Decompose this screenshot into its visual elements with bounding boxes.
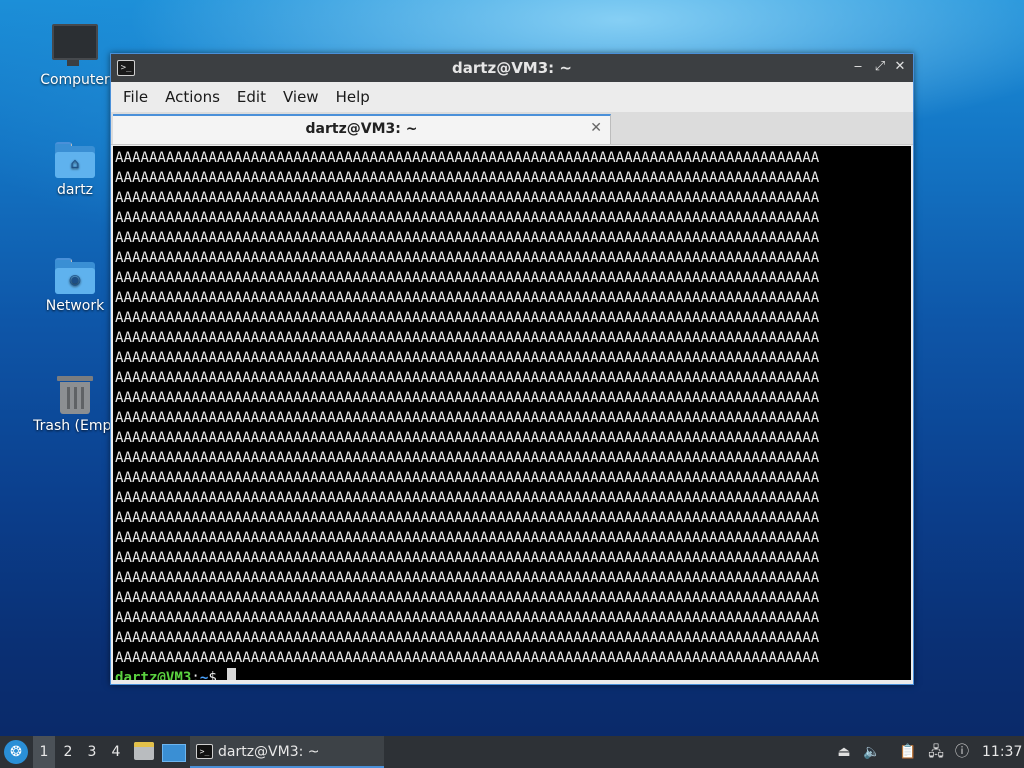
prompt-symbol: $ [208,670,226,680]
workspace-4[interactable]: 4 [105,736,127,768]
menu-actions[interactable]: Actions [159,88,231,106]
volume-icon[interactable]: 🔈 [862,736,882,768]
terminal-line: AAAAAAAAAAAAAAAAAAAAAAAAAAAAAAAAAAAAAAAA… [115,430,820,446]
task-label: dartz@VM3: ~ [218,744,320,760]
terminal-line: AAAAAAAAAAAAAAAAAAAAAAAAAAAAAAAAAAAAAAAA… [115,330,820,346]
taskbar: ❂ 1 2 3 4 >_ dartz@VM3: ~ ⏏ 🔈 📋 🖧 ⓘ 11:3… [0,736,1024,768]
removable-media-icon[interactable]: ⏏ [834,736,854,768]
terminal-lines: AAAAAAAAAAAAAAAAAAAAAAAAAAAAAAAAAAAAAAAA… [115,148,911,668]
workspace-1[interactable]: 1 [33,736,55,768]
minimize-button[interactable]: ‒ [849,58,867,76]
terminal-line: AAAAAAAAAAAAAAAAAAAAAAAAAAAAAAAAAAAAAAAA… [115,490,820,506]
desktop-icon-label: dartz [56,182,94,198]
workspace-2[interactable]: 2 [57,736,79,768]
terminal-line: AAAAAAAAAAAAAAAAAAAAAAAAAAAAAAAAAAAAAAAA… [115,390,820,406]
tab-close-icon[interactable]: ✕ [590,120,602,136]
terminal-line: AAAAAAAAAAAAAAAAAAAAAAAAAAAAAAAAAAAAAAAA… [115,150,820,166]
trash-icon [57,374,93,414]
text-cursor [227,668,237,680]
terminal-line: AAAAAAAAAAAAAAAAAAAAAAAAAAAAAAAAAAAAAAAA… [115,190,820,206]
terminal-line: AAAAAAAAAAAAAAAAAAAAAAAAAAAAAAAAAAAAAAAA… [115,310,820,326]
terminal-prompt-line: dartz@VM3:~$ [115,668,911,680]
terminal-line: AAAAAAAAAAAAAAAAAAAAAAAAAAAAAAAAAAAAAAAA… [115,650,820,666]
terminal-line: AAAAAAAAAAAAAAAAAAAAAAAAAAAAAAAAAAAAAAAA… [115,570,820,586]
menu-bar: File Actions Edit View Help [111,82,913,112]
terminal-icon: >_ [196,744,213,759]
desktop-icon-trash[interactable]: Trash (Empt [27,374,123,434]
desktop-icon-label: Network [45,298,105,314]
terminal-line: AAAAAAAAAAAAAAAAAAAAAAAAAAAAAAAAAAAAAAAA… [115,510,820,526]
maximize-button[interactable]: ⤢ [871,58,889,76]
terminal-line: AAAAAAAAAAAAAAAAAAAAAAAAAAAAAAAAAAAAAAAA… [115,230,820,246]
network-folder-icon: ◉ [55,258,95,294]
terminal-line: AAAAAAAAAAAAAAAAAAAAAAAAAAAAAAAAAAAAAAAA… [115,410,820,426]
desktop-icon-computer[interactable]: Computer [27,24,123,88]
tab-label: dartz@VM3: ~ [305,121,418,137]
menu-edit[interactable]: Edit [231,88,277,106]
terminal-line: AAAAAAAAAAAAAAAAAAAAAAAAAAAAAAAAAAAAAAAA… [115,610,820,626]
tab-terminal[interactable]: dartz@VM3: ~ ✕ [113,114,611,144]
workspace-3[interactable]: 3 [81,736,103,768]
desktop-icon-label: Trash (Empt [33,418,117,434]
window-title: dartz@VM3: ~ [452,59,572,77]
file-manager-icon[interactable] [134,742,154,760]
clock[interactable]: 11:37 [982,736,1022,768]
prompt-separator: : [191,670,200,680]
clipboard-icon[interactable]: 📋 [898,736,918,768]
menu-file[interactable]: File [117,88,159,106]
terminal-line: AAAAAAAAAAAAAAAAAAAAAAAAAAAAAAAAAAAAAAAA… [115,210,820,226]
title-bar[interactable]: >_ dartz@VM3: ~ ‒ ⤢ ✕ [111,54,913,82]
update-notifier-icon[interactable]: ⓘ [952,736,972,768]
terminal-line: AAAAAAAAAAAAAAAAAAAAAAAAAAAAAAAAAAAAAAAA… [115,370,820,386]
menu-view[interactable]: View [277,88,330,106]
computer-icon [52,24,98,66]
terminal-line: AAAAAAAAAAAAAAAAAAAAAAAAAAAAAAAAAAAAAAAA… [115,270,820,286]
terminal-line: AAAAAAAAAAAAAAAAAAAAAAAAAAAAAAAAAAAAAAAA… [115,550,820,566]
lxqt-logo-icon[interactable]: ❂ [4,740,28,764]
terminal-line: AAAAAAAAAAAAAAAAAAAAAAAAAAAAAAAAAAAAAAAA… [115,530,820,546]
terminal-line: AAAAAAAAAAAAAAAAAAAAAAAAAAAAAAAAAAAAAAAA… [115,450,820,466]
desktop-icon-dartz[interactable]: ⌂ dartz [27,142,123,198]
desktop-icon-network[interactable]: ◉ Network [27,258,123,314]
terminal-line: AAAAAAAAAAAAAAAAAAAAAAAAAAAAAAAAAAAAAAAA… [115,170,820,186]
terminal-line: AAAAAAAAAAAAAAAAAAAAAAAAAAAAAAAAAAAAAAAA… [115,630,820,646]
network-icon[interactable]: 🖧 [926,736,946,768]
terminal-output[interactable]: AAAAAAAAAAAAAAAAAAAAAAAAAAAAAAAAAAAAAAAA… [113,146,911,680]
terminal-line: AAAAAAAAAAAAAAAAAAAAAAAAAAAAAAAAAAAAAAAA… [115,590,820,606]
tab-bar: dartz@VM3: ~ ✕ [111,112,913,145]
home-folder-icon: ⌂ [55,142,95,178]
desktop-icon-label: Computer [40,72,110,88]
terminal-line: AAAAAAAAAAAAAAAAAAAAAAAAAAAAAAAAAAAAAAAA… [115,250,820,266]
close-button[interactable]: ✕ [891,58,909,76]
desktop-icon[interactable] [162,744,186,762]
taskbar-task-terminal[interactable]: >_ dartz@VM3: ~ [190,736,384,768]
menu-help[interactable]: Help [330,88,381,106]
terminal-line: AAAAAAAAAAAAAAAAAAAAAAAAAAAAAAAAAAAAAAAA… [115,350,820,366]
prompt-user-host: dartz@VM3 [115,670,192,680]
terminal-line: AAAAAAAAAAAAAAAAAAAAAAAAAAAAAAAAAAAAAAAA… [115,290,820,306]
terminal-window: >_ dartz@VM3: ~ ‒ ⤢ ✕ File Actions Edit … [110,53,914,685]
terminal-line: AAAAAAAAAAAAAAAAAAAAAAAAAAAAAAAAAAAAAAAA… [115,470,820,486]
